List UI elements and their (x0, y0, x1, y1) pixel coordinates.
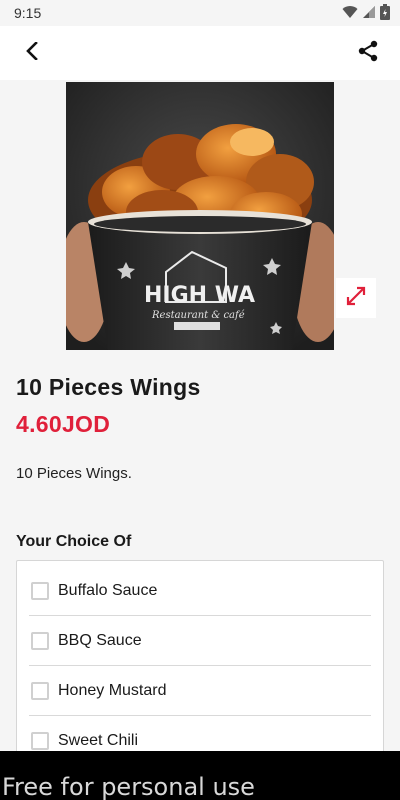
option-label: Honey Mustard (58, 681, 167, 699)
options-list: Buffalo Sauce BBQ Sauce Honey Mustard Sw… (16, 560, 384, 760)
option-label: Sweet Chili (58, 731, 139, 749)
option-label: BBQ Sauce (58, 631, 142, 649)
cup-logo-subtext: Restaurant & café (151, 310, 245, 321)
option-row-bbq-sauce[interactable]: BBQ Sauce (29, 616, 371, 666)
wings-bucket-illustration: HIGH WA Restaurant & café (66, 82, 334, 350)
signal-icon (362, 5, 376, 24)
product-description: 10 Pieces Wings. (16, 465, 132, 482)
product-price: 4.60JOD (16, 411, 111, 437)
product-image[interactable]: HIGH WA Restaurant & café (66, 82, 334, 350)
status-bar: 9:15 (0, 0, 400, 26)
cup-logo-text: HIGH WA (144, 283, 255, 308)
share-button[interactable] (354, 39, 382, 67)
expand-icon (345, 285, 367, 312)
option-row-buffalo-sauce[interactable]: Buffalo Sauce (29, 566, 371, 616)
checkbox[interactable] (31, 731, 49, 750)
app-bar (0, 26, 400, 80)
options-section-title: Your Choice Of (16, 533, 132, 550)
status-time: 9:15 (14, 5, 42, 21)
expand-image-button[interactable] (336, 278, 376, 318)
option-label: Buffalo Sauce (58, 581, 158, 599)
status-icons (342, 4, 390, 25)
option-row-honey-mustard[interactable]: Honey Mustard (29, 666, 371, 716)
checkbox[interactable] (31, 631, 49, 650)
watermark-banner: Free for personal use (0, 751, 400, 800)
wifi-icon (342, 5, 358, 24)
checkbox[interactable] (31, 581, 49, 600)
back-arrow-icon (24, 40, 40, 65)
watermark-text: Free for personal use (2, 773, 255, 800)
checkbox[interactable] (31, 681, 49, 700)
battery-icon (380, 4, 390, 25)
share-icon (357, 40, 379, 67)
product-title: 10 Pieces Wings (16, 374, 201, 400)
back-button[interactable] (18, 39, 46, 67)
